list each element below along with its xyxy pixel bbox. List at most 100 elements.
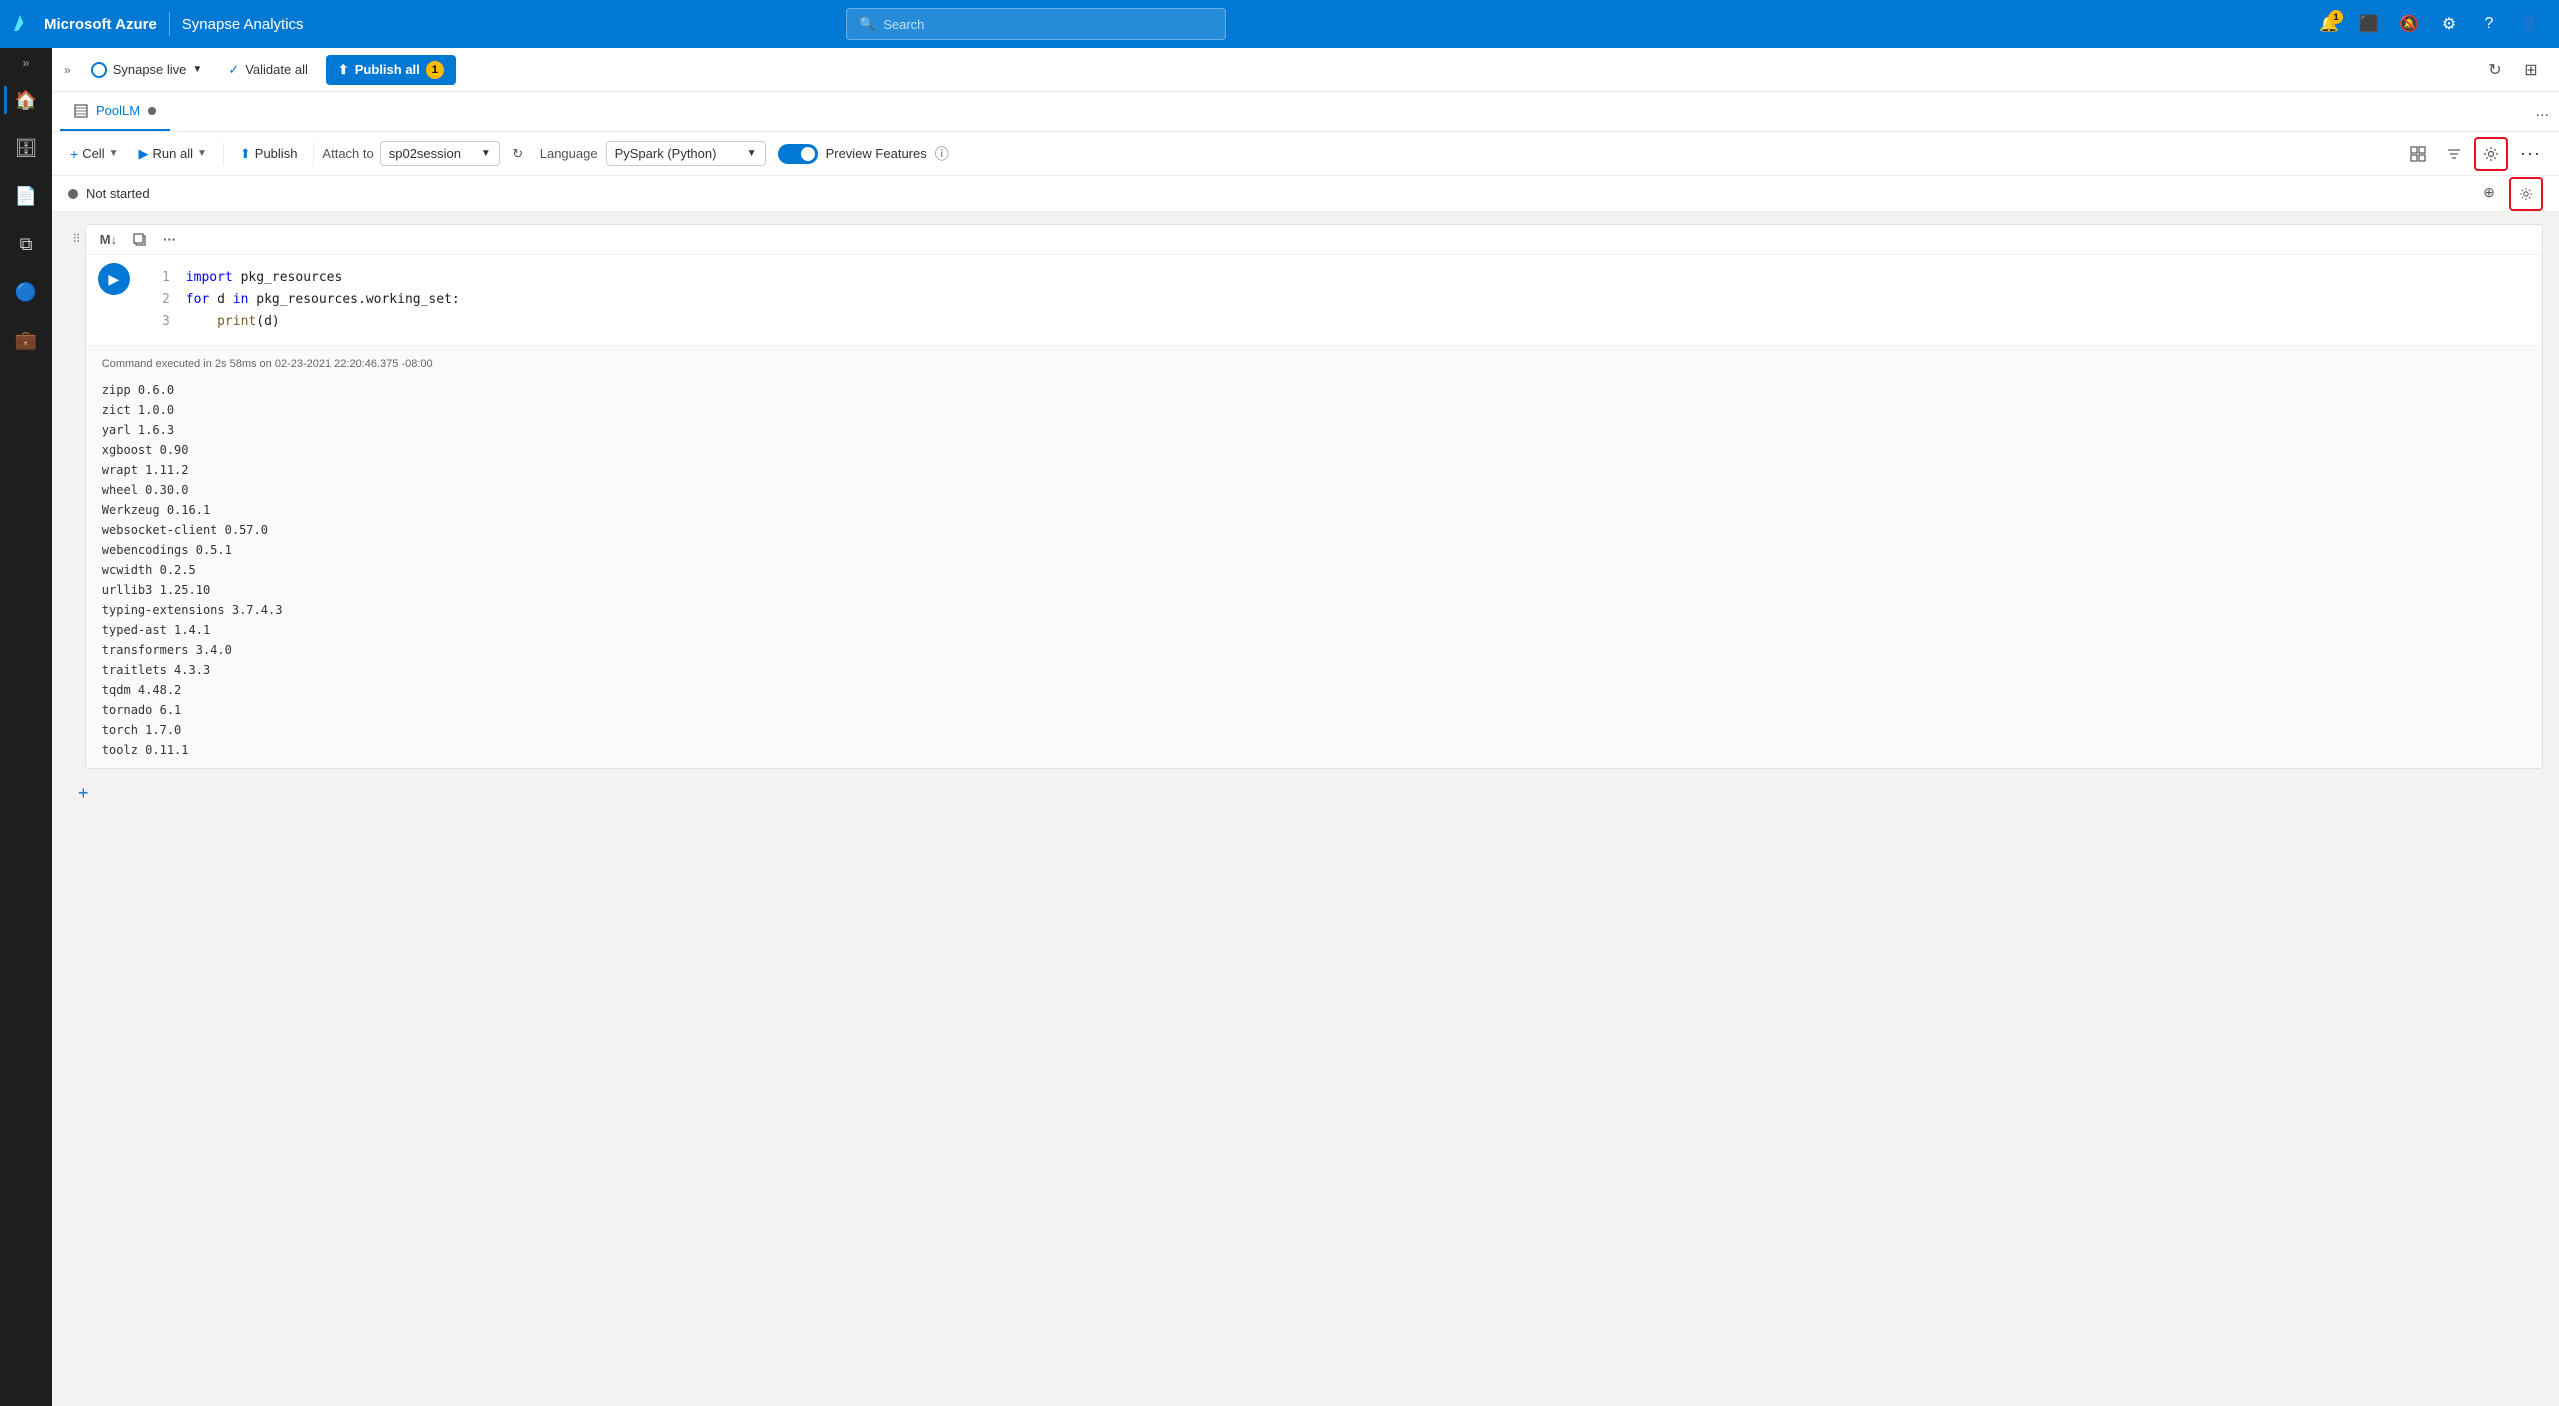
cloud-shell-btn[interactable]: ⬛ [2351,6,2387,42]
output-line-15: traitlets 4.3.3 [102,660,2526,680]
sidebar-data-btn[interactable]: 🗄 [4,126,48,170]
line-numbers: 1 2 3 [138,255,178,345]
cell-more-btn[interactable]: ··· [157,229,182,250]
output-line-5: wrapt 1.11.2 [102,460,2526,480]
status-bar-right: ⊕ [2473,177,2543,211]
output-line-11: urllib3 1.25.10 [102,580,2526,600]
add-cell-btn[interactable]: + [68,777,99,810]
sidebar-home-btn[interactable]: 🏠 [4,78,48,122]
markdown-btn[interactable]: M↓ [94,229,123,250]
search-bar[interactable]: 🔍 Search [846,8,1226,40]
run-all-btn[interactable]: ▶ Run all ▼ [131,141,215,167]
publish-all-label: Publish all [355,62,420,77]
settings-highlighted-btn[interactable] [2474,137,2508,171]
layout-btn[interactable]: ⊞ [2515,54,2547,86]
filter-icon [2446,146,2462,162]
app-name: Synapse Analytics [182,16,304,33]
refresh-session-btn[interactable]: ↻ [504,141,532,167]
sidebar-develop-btn[interactable]: 📄 [4,174,48,218]
run-all-label: Run all [153,146,193,161]
notebook-toolbar: + Cell ▼ ▶ Run all ▼ ⬆ Publish Attach to… [52,132,2559,176]
output-line-12: typing-extensions 3.7.4.3 [102,600,2526,620]
output-line-17: tornado 6.1 [102,700,2526,720]
tab-modified-dot [148,107,156,115]
preview-info-icon: ⓘ [935,144,949,164]
output-line-19: toolz 0.11.1 [102,740,2526,760]
sidebar-expand-btn[interactable]: » [23,56,30,70]
status-refresh-btn[interactable]: ⊕ [2473,177,2505,209]
more-options-btn[interactable]: ··· [2512,138,2549,169]
tab-more[interactable]: ... [2526,92,2559,131]
output-line-16: tqdm 4.48.2 [102,680,2526,700]
brand-divider [169,12,170,36]
language-chevron: ▼ [747,148,757,159]
main-layout: » 🏠 🗄 📄 ⧉ 🔵 💼 » Synapse live ▼ ✓ Validat… [0,48,2559,1406]
more-dots: ··· [2520,143,2541,164]
status-gear-icon [2519,187,2533,201]
attach-select[interactable]: sp02session ▼ [380,141,500,166]
attach-value: sp02session [389,146,461,161]
cell-drag-handle[interactable]: ⠿ [68,224,85,254]
account-btn[interactable]: 👤 [2511,6,2547,42]
synapse-live-btn[interactable]: Synapse live ▼ [83,58,211,82]
output-line-8: websocket-client 0.57.0 [102,520,2526,540]
sidebar-integrate-btn[interactable]: ⧉ [4,222,48,266]
cell-btn[interactable]: + Cell ▼ [62,141,127,167]
cell-code: ▶ 1 2 3 import pkg_resources [86,255,2542,345]
brand-text: Microsoft Azure [44,16,157,33]
sidebar-manage-btn[interactable]: 💼 [4,318,48,362]
brand: Microsoft Azure [12,13,157,35]
status-text: Not started [86,186,150,201]
validate-all-btn[interactable]: ✓ Validate all [218,58,318,82]
code-content[interactable]: import pkg_resources for d in pkg_resour… [178,255,2542,345]
publish-btn[interactable]: ⬆ Publish [232,141,306,167]
alarm-bell-btn[interactable]: 🔕 [2391,6,2427,42]
topbar: Microsoft Azure Synapse Analytics 🔍 Sear… [0,0,2559,48]
code-line-2: for d in pkg_resources.working_set: [186,289,2534,311]
refresh-btn[interactable]: ↻ [2479,54,2511,86]
cell-chevron: ▼ [109,148,119,159]
notification-btn[interactable]: 🔔 1 [2311,6,2347,42]
attach-to-label: Attach to [322,146,373,161]
cell-1: ⠿ M↓ ··· [68,224,2543,769]
cell-run-btn[interactable]: ▶ [98,263,130,295]
help-btn[interactable]: ? [2471,6,2507,42]
language-value: PySpark (Python) [615,146,717,161]
notification-badge: 1 [2329,10,2343,24]
output-scroll[interactable]: zipp 0.6.0 zict 1.0.0 yarl 1.6.3 xgboost… [102,380,2526,760]
toolbar-divider-2 [313,142,314,166]
azure-icon [12,13,34,35]
notebook-toolbar-right: ··· [2402,137,2549,171]
sub-expand-btn[interactable]: » [64,63,71,77]
notebook-view-btn[interactable] [2402,141,2434,167]
code-line-1: import pkg_resources [186,267,2534,289]
run-all-chevron: ▼ [197,148,207,159]
cell-body: M↓ ··· ▶ [85,224,2543,769]
search-placeholder: Search [883,17,924,32]
output-line-10: wcwidth 0.2.5 [102,560,2526,580]
synapse-live-icon [91,62,107,78]
tab-poollm[interactable]: PoolLM [60,92,170,131]
line-num-3: 3 [146,311,170,333]
validate-label: Validate all [245,62,308,77]
notebook-content: ⠿ M↓ ··· [52,212,2559,1406]
copy-cell-btn[interactable] [127,230,153,250]
validate-icon: ✓ [228,62,239,78]
output-line-2: zict 1.0.0 [102,400,2526,420]
output-line-14: transformers 3.4.0 [102,640,2526,660]
publish-all-btn[interactable]: ⬆ Publish all 1 [326,55,456,85]
sidebar: » 🏠 🗄 📄 ⧉ 🔵 💼 [0,48,52,1406]
publish-all-badge: 1 [426,61,444,79]
line-num-2: 2 [146,289,170,311]
cell-output: Command executed in 2s 58ms on 02-23-202… [86,345,2542,768]
output-line-4: xgboost 0.90 [102,440,2526,460]
status-settings-btn[interactable] [2509,177,2543,211]
language-select[interactable]: PySpark (Python) ▼ [606,141,766,166]
sidebar-monitor-btn[interactable]: 🔵 [4,270,48,314]
filter-btn[interactable] [2438,141,2470,167]
settings-btn[interactable]: ⚙ [2431,6,2467,42]
plus-icon: + [70,146,78,162]
attach-chevron: ▼ [481,148,491,159]
preview-switch[interactable] [778,144,818,164]
output-line-18: torch 1.7.0 [102,720,2526,740]
